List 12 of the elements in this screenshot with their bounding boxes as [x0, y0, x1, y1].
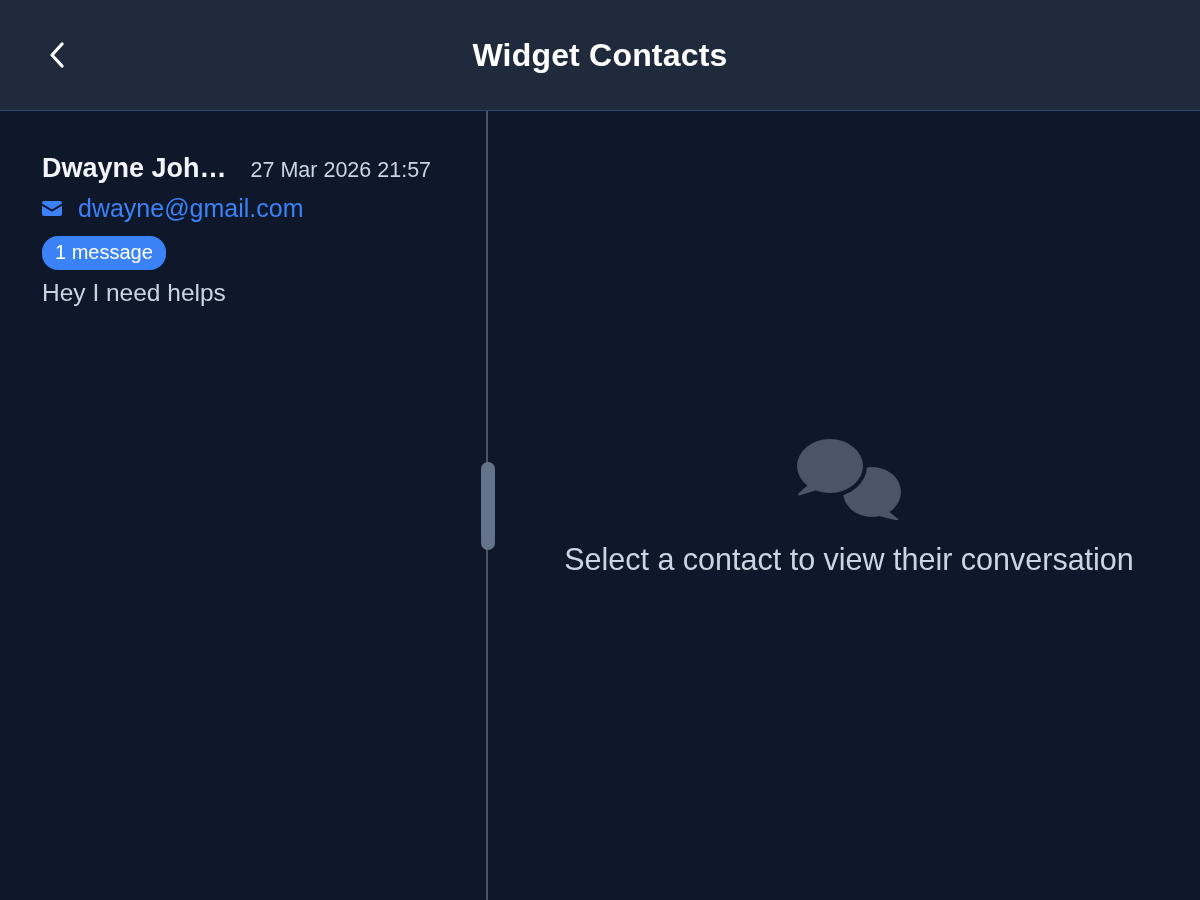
contact-email[interactable]: dwayne@gmail.com: [78, 194, 304, 223]
resize-handle[interactable]: [481, 462, 495, 550]
contact-item[interactable]: Dwayne Joh… 27 Mar 2026 21:57 dwayne@gmail.com 1 message Hey I need helps: [0, 153, 486, 317]
message-count-badge: 1 message: [42, 236, 166, 270]
chat-bubbles-icon: [797, 438, 901, 520]
envelope-icon: [42, 201, 62, 216]
message-time: 27 Mar 2026 21:57: [250, 158, 432, 183]
empty-state-message: Select a contact to view their conversation: [564, 542, 1134, 577]
contact-name: Dwayne Joh…: [42, 153, 227, 184]
message-preview: Hey I need helps: [42, 279, 226, 307]
page-title: Widget Contacts: [472, 36, 728, 74]
chevron-left-icon: [50, 42, 64, 68]
